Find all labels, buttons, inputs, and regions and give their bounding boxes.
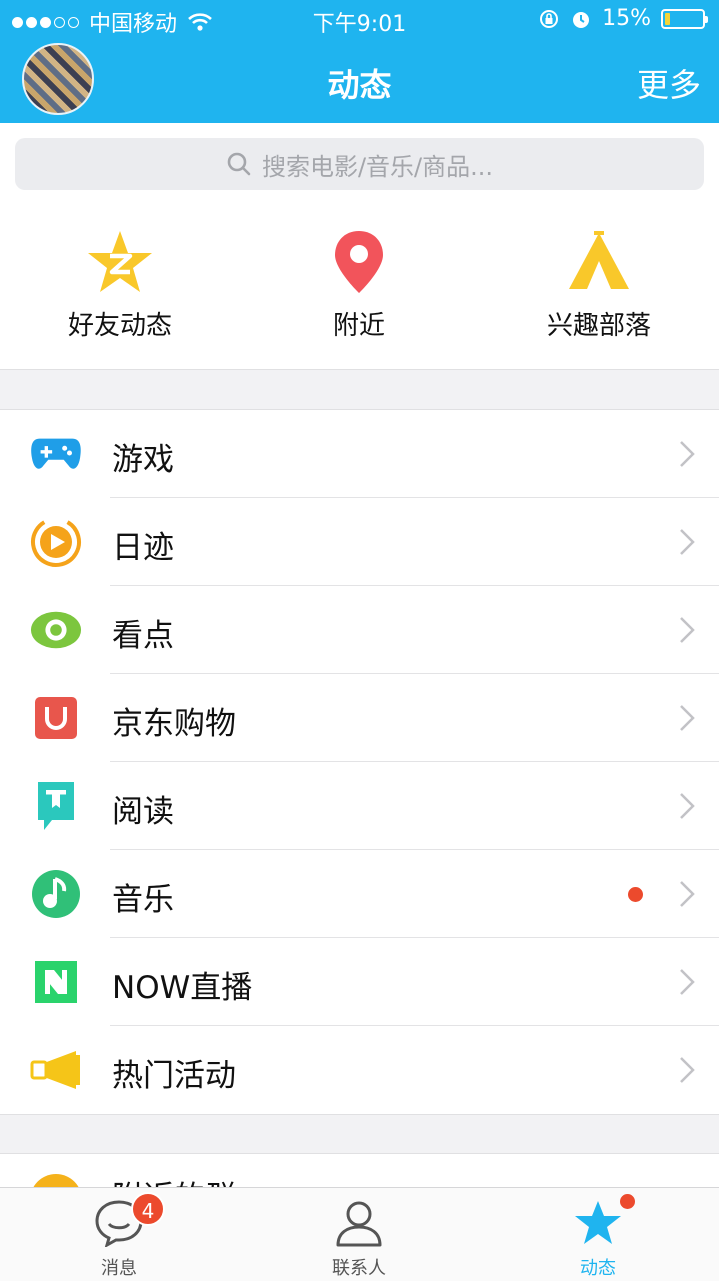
gamepad-icon bbox=[31, 438, 81, 469]
now-logo-icon bbox=[35, 961, 77, 1003]
notification-dot bbox=[628, 887, 643, 902]
list-item-now-live[interactable]: NOW直播 bbox=[0, 938, 719, 1026]
rotation-lock-icon bbox=[540, 9, 559, 28]
list-item-label: 阅读 bbox=[112, 794, 174, 830]
list-item-label: 音乐 bbox=[112, 882, 174, 918]
list-item-label: 热门活动 bbox=[112, 1058, 236, 1094]
unread-badge: 4 bbox=[131, 1192, 165, 1226]
tab-label: 动态 bbox=[580, 1258, 616, 1279]
star-icon bbox=[575, 1201, 621, 1244]
alarm-icon bbox=[573, 11, 590, 28]
book-icon bbox=[38, 782, 74, 830]
services-list: 游戏 日迹 看点 京东购物 阅读 音乐 NOW直播 热门活动 bbox=[0, 409, 719, 1115]
play-circle-icon bbox=[31, 517, 81, 567]
quick-actions: 好友动态 附近 兴趣部落 bbox=[0, 207, 719, 370]
chevron-right-icon bbox=[680, 529, 695, 555]
chevron-right-icon bbox=[680, 1057, 695, 1083]
status-bar: 中国移动 下午9:01 15% bbox=[0, 0, 719, 40]
nav-bar: 动态 更多 bbox=[0, 40, 719, 123]
list-item-label: 游戏 bbox=[112, 442, 174, 478]
battery-icon bbox=[661, 8, 708, 29]
list-item-label: NOW直播 bbox=[112, 970, 253, 1006]
chevron-right-icon bbox=[680, 617, 695, 643]
list-item-label: 日迹 bbox=[112, 530, 174, 566]
list-item-jd-shopping[interactable]: 京东购物 bbox=[0, 674, 719, 762]
quick-action-label: 好友动态 bbox=[67, 311, 172, 341]
list-item-kandian[interactable]: 看点 bbox=[0, 586, 719, 674]
tab-contacts[interactable]: 联系人 bbox=[279, 1198, 439, 1280]
list-item-label: 京东购物 bbox=[112, 706, 236, 742]
quick-action-label: 兴趣部落 bbox=[546, 311, 651, 341]
list-item-music[interactable]: 音乐 bbox=[0, 850, 719, 938]
list-item-label: 看点 bbox=[112, 618, 174, 654]
person-icon bbox=[336, 1201, 382, 1247]
location-pin-icon bbox=[335, 231, 383, 293]
chevron-right-icon bbox=[680, 793, 695, 819]
list-item-hot-events[interactable]: 热门活动 bbox=[0, 1026, 719, 1114]
page-title: 动态 bbox=[327, 66, 392, 104]
list-item-reading[interactable]: 阅读 bbox=[0, 762, 719, 850]
quick-action-friends-feed[interactable]: 好友动态 bbox=[20, 227, 220, 342]
list-item-daily-trace[interactable]: 日迹 bbox=[0, 498, 719, 586]
battery-percent: 15% bbox=[602, 6, 651, 31]
tent-icon bbox=[569, 231, 629, 289]
search-input[interactable]: 搜索电影/音乐/商品... bbox=[15, 138, 704, 190]
quick-action-label: 附近 bbox=[332, 311, 385, 341]
more-button[interactable]: 更多 bbox=[637, 60, 701, 106]
qzone-star-icon bbox=[88, 231, 152, 292]
chevron-right-icon bbox=[680, 881, 695, 907]
megaphone-icon bbox=[30, 1051, 80, 1089]
jd-bag-icon bbox=[35, 697, 77, 739]
chevron-right-icon bbox=[680, 969, 695, 995]
quick-action-nearby[interactable]: 附近 bbox=[259, 227, 459, 342]
music-note-icon bbox=[32, 870, 80, 918]
tab-label: 联系人 bbox=[332, 1258, 386, 1279]
list-item-games[interactable]: 游戏 bbox=[0, 410, 719, 498]
chevron-right-icon bbox=[680, 705, 695, 731]
tab-bar: 4 消息 联系人 动态 bbox=[0, 1187, 719, 1281]
search-icon bbox=[227, 152, 251, 176]
chevron-right-icon bbox=[680, 441, 695, 467]
search-section: 搜索电影/音乐/商品... bbox=[0, 123, 719, 207]
eye-icon bbox=[30, 611, 82, 649]
tab-label: 消息 bbox=[101, 1258, 137, 1279]
tab-messages[interactable]: 4 消息 bbox=[39, 1192, 199, 1280]
notification-dot bbox=[620, 1194, 635, 1209]
tab-feed[interactable]: 动态 bbox=[518, 1194, 678, 1280]
quick-action-interest-tribe[interactable]: 兴趣部落 bbox=[499, 227, 699, 342]
search-placeholder: 搜索电影/音乐/商品... bbox=[261, 152, 494, 181]
